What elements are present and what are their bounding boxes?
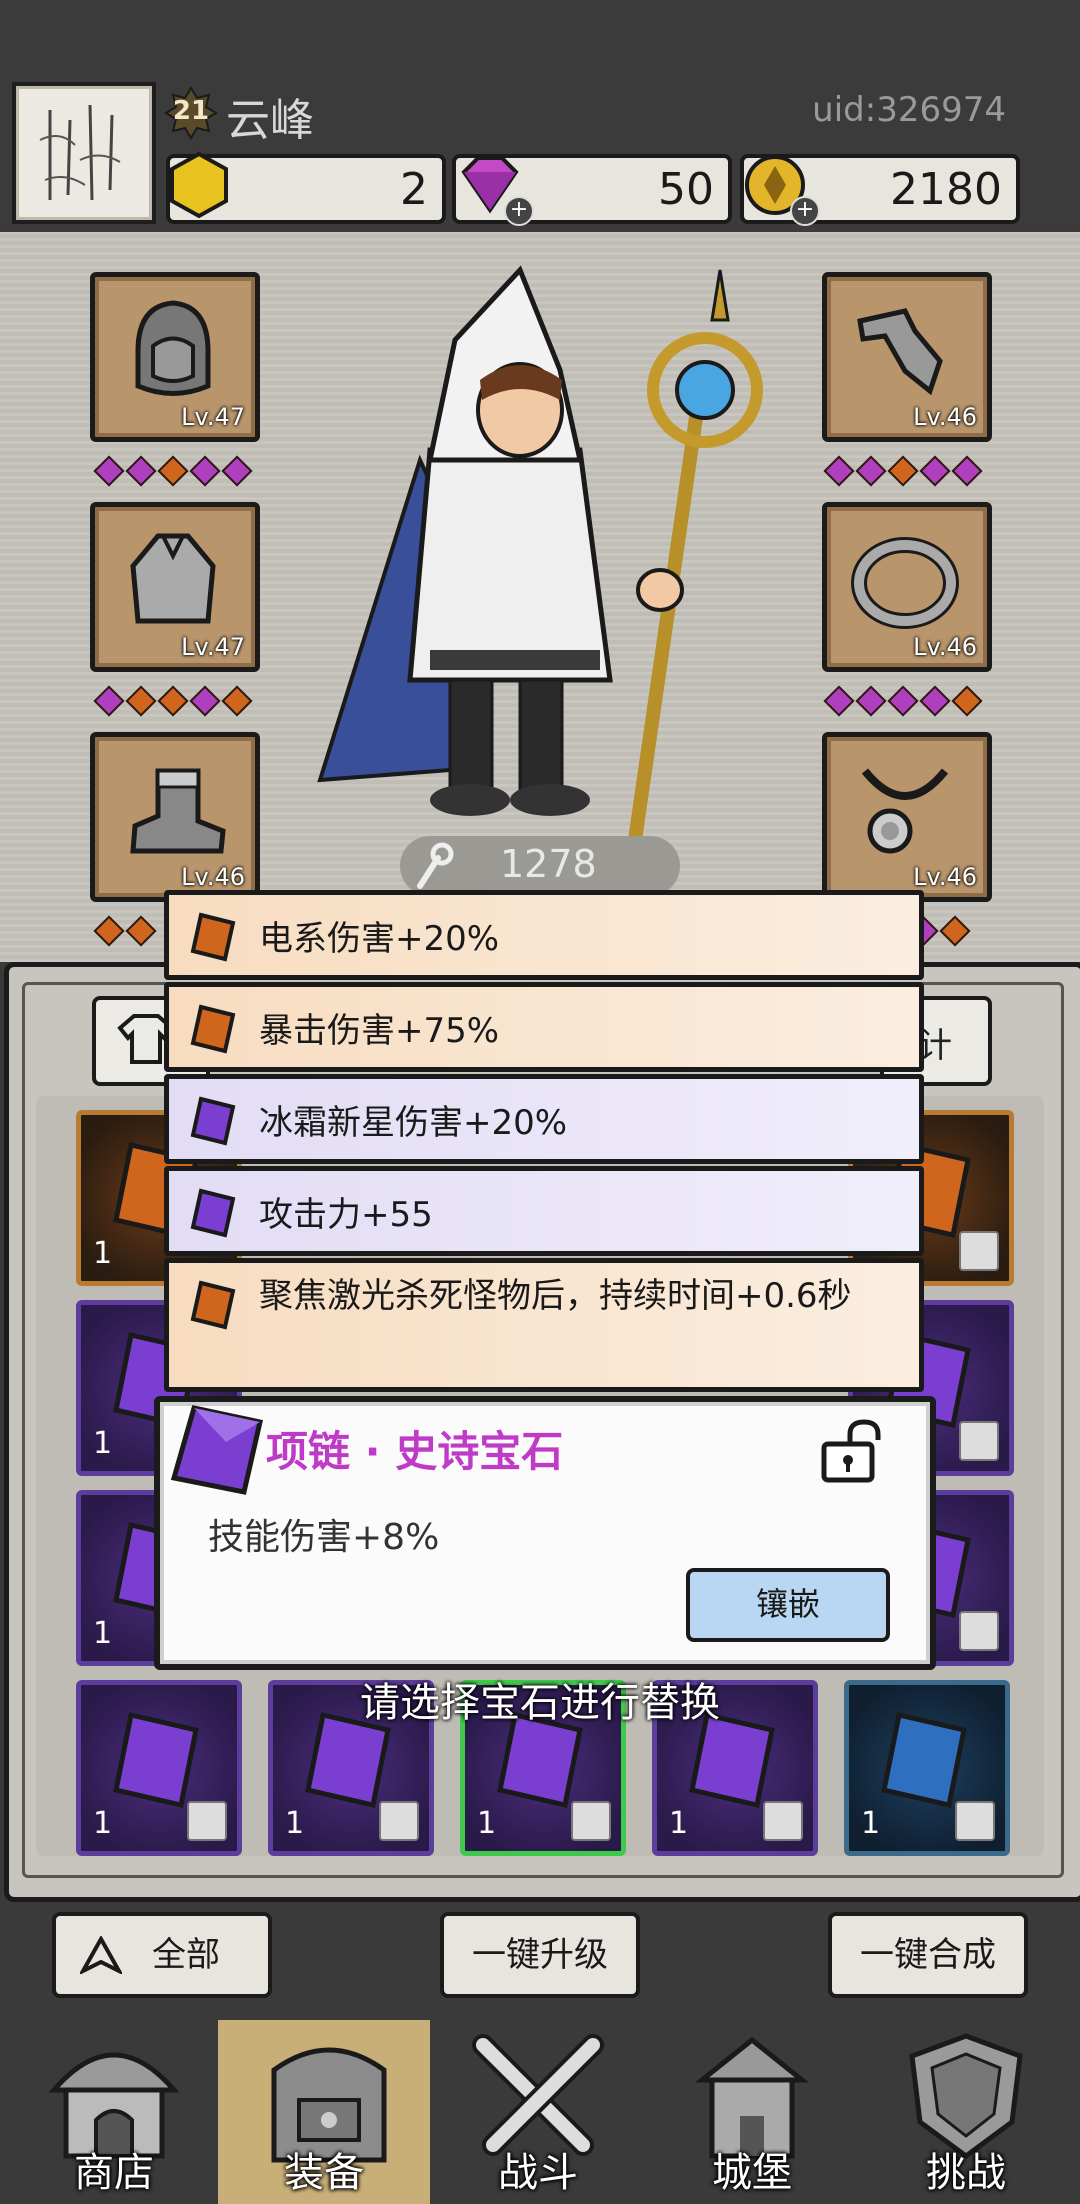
affix-item: 冰霜新星伤害+20% [164,1074,924,1164]
ring-icon [851,537,959,629]
nav-castle[interactable]: 城堡 [646,2020,858,2204]
nav-battle[interactable]: 战斗 [432,2020,644,2204]
gem-dots [93,455,253,487]
purple-gem-icon [190,1188,236,1238]
resource-value: 2 [400,164,428,215]
orange-gem-icon [190,1004,236,1054]
gem-dots [93,685,253,717]
affix-item: 暴击伤害+75% [164,982,924,1072]
bracer-icon [857,308,943,396]
affix-text: 攻击力+55 [259,1195,433,1235]
equip-slot-armor[interactable]: Lv.47 [90,502,260,672]
ring-tag-icon [959,1611,999,1651]
nav-label: 战斗 [498,2150,578,2196]
gem-dots [823,455,983,487]
slot-level: Lv.47 [181,403,245,431]
purple-gem-icon [190,1096,236,1146]
gem-count: 1 [93,1236,113,1271]
affix-item: 聚焦激光杀死怪物后，持续时间+0.6秒 [164,1258,924,1392]
necklace-tag-icon [571,1801,611,1841]
staff-icon [417,842,454,889]
necklace-icon [861,768,949,854]
tooltip-description: 技能伤害+8% [208,1517,440,1558]
affix-item: 攻击力+55 [164,1166,924,1256]
affix-text: 暴击伤害+75% [259,1011,500,1051]
gem-dots [93,915,157,947]
slot-level: Lv.46 [913,403,977,431]
gold-hexagon-icon [170,151,228,219]
nav-challenge[interactable]: 挑战 [860,2020,1072,2204]
purple-gem-icon [170,1405,264,1495]
gem-count: 1 [669,1806,689,1841]
cape-icon [130,533,216,624]
gem-count: 1 [93,1426,113,1461]
player-name: 云峰 [226,95,314,146]
nav-label: 挑战 [926,2150,1006,2196]
necklace-tag-icon [379,1801,419,1841]
resource-value: 50 [658,164,714,215]
orange-gem-icon [190,1280,236,1330]
slot-level: Lv.46 [913,863,977,891]
ring-tag-icon [955,1801,995,1841]
filter-all-label: 全部 [152,1935,220,1975]
inlay-button[interactable]: 镶嵌 [686,1568,890,1642]
tooltip-title: 项链 · 史诗宝石 [266,1427,564,1476]
ring-tag-icon [959,1231,999,1271]
equip-slot-necklace[interactable]: Lv.46 [822,732,992,902]
boot-icon [130,768,226,854]
nav-label: 商店 [74,2150,154,2196]
one-click-upgrade-button[interactable]: 一键升级 [440,1912,640,1998]
equip-slot-bracer[interactable]: Lv.46 [822,272,992,442]
cape-tag-icon [959,1421,999,1461]
unlock-icon[interactable] [820,1418,884,1484]
nav-equipment[interactable]: 装备 [218,2020,430,2204]
nav-label: 城堡 [712,2150,792,2196]
orange-gem-icon [190,912,236,962]
one-click-combine-button[interactable]: 一键合成 [828,1912,1028,1998]
affix-text: 聚焦激光杀死怪物后，持续时间+0.6秒 [259,1276,852,1316]
ring-tag-icon [187,1801,227,1841]
avatar[interactable] [12,82,156,224]
power-value: 1278 [500,842,597,886]
slot-level: Lv.47 [181,633,245,661]
player-level: 21 [172,96,210,126]
nav-shop[interactable]: 商店 [8,2020,220,2204]
gem-count: 1 [477,1806,497,1841]
gem-count: 1 [93,1616,113,1651]
gem-count: 1 [285,1806,305,1841]
player-uid: uid:326974 [812,90,1006,130]
nav-label: 装备 [284,2150,364,2196]
affix-item: 电系伤害+20% [164,890,924,980]
hero-character [317,265,763,840]
filter-all-button[interactable]: 全部 [52,1912,272,1998]
equip-slot-helmet[interactable]: Lv.47 [90,272,260,442]
affix-text: 电系伤害+20% [259,919,500,959]
up-arrow-icon [80,1936,122,1974]
gem-count: 1 [861,1806,881,1841]
necklace-tag-icon [763,1801,803,1841]
slot-level: Lv.46 [913,633,977,661]
affix-text: 冰霜新星伤害+20% [259,1103,568,1143]
equip-slot-ring[interactable]: Lv.46 [822,502,992,672]
replace-hint: 请选择宝石进行替换 [360,1680,720,1726]
gem-dots [823,685,983,717]
add-diamond-button[interactable]: + [504,196,534,226]
resource-value: 2180 [890,164,1002,215]
add-coin-button[interactable]: + [790,196,820,226]
gem-count: 1 [93,1806,113,1841]
helmet-icon [135,300,211,396]
slot-level: Lv.46 [181,863,245,891]
equip-slot-boots[interactable]: Lv.46 [90,732,260,902]
